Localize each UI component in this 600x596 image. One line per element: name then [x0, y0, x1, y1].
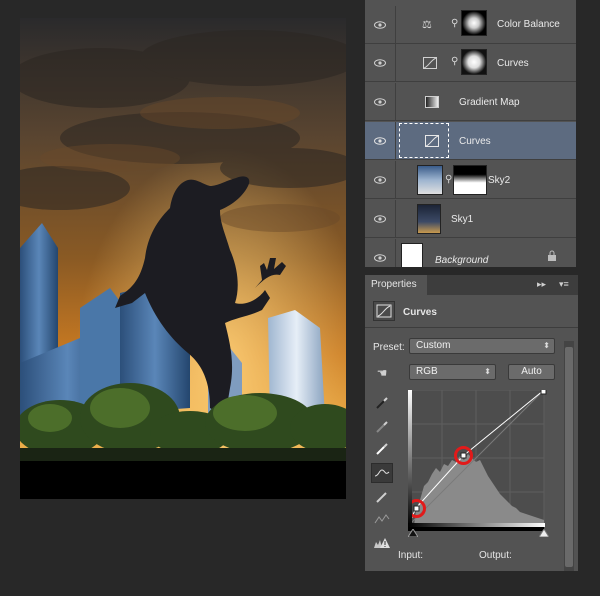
layer-name[interactable]: Sky2	[488, 175, 510, 186]
visibility-toggle[interactable]	[365, 6, 396, 43]
auto-button[interactable]: Auto	[508, 364, 555, 380]
channel-value: RGB	[416, 366, 438, 377]
panel-title: Curves	[403, 307, 437, 318]
link-icon: ⚲	[445, 174, 453, 185]
layer-name[interactable]: Color Balance	[497, 19, 560, 30]
smooth-tool[interactable]	[371, 509, 393, 529]
layer-row-sky2[interactable]: ⚲ Sky2	[365, 161, 576, 199]
selected-layer-frame	[399, 123, 449, 158]
properties-scrollbar[interactable]	[564, 341, 574, 571]
eye-icon	[374, 136, 386, 145]
input-label: Input:	[398, 550, 424, 561]
curve-point-tool-icon	[374, 469, 390, 477]
visibility-toggle[interactable]	[365, 239, 396, 267]
clipping-warning-icon	[374, 538, 390, 548]
layer-mask-thumbnail[interactable]	[453, 165, 487, 195]
hand-target-tool[interactable]: ☚	[371, 363, 393, 383]
output-gradient-bar	[408, 527, 544, 531]
layer-name[interactable]: Curves	[497, 58, 529, 69]
preset-value: Custom	[416, 340, 451, 351]
eye-icon	[374, 175, 386, 184]
eye-icon	[374, 20, 386, 29]
hand-target-icon: ☚	[376, 366, 388, 380]
scrollbar-thumb[interactable]	[565, 347, 573, 567]
eye-icon	[374, 254, 386, 262]
layer-row-background[interactable]: Background	[365, 239, 576, 267]
eyedropper-white-tool[interactable]	[371, 439, 393, 459]
layer-mask-thumbnail[interactable]	[461, 49, 487, 75]
document-canvas[interactable]	[20, 18, 346, 499]
panel-tab-bar: Properties ▸▸ ▾≡	[365, 275, 578, 295]
color-balance-icon: ⚖	[422, 19, 432, 31]
lock-icon	[548, 250, 556, 261]
tab-properties[interactable]: Properties	[365, 275, 427, 295]
curves-header-icon	[373, 301, 395, 321]
chevron-updown-icon: ⬍	[484, 367, 491, 376]
eye-icon	[374, 97, 386, 106]
layer-thumbnail[interactable]	[417, 165, 443, 195]
layers-panel: ⚖ ⚲ Color Balance ⚲ Curves Gradient Map …	[365, 0, 576, 267]
white-point-slider[interactable]	[539, 529, 549, 537]
layer-name[interactable]: Gradient Map	[459, 97, 520, 108]
layer-mask-thumbnail[interactable]	[461, 10, 487, 36]
layer-name[interactable]: Sky1	[451, 214, 473, 225]
layer-row-sky1[interactable]: Sky1	[365, 200, 576, 238]
preset-label: Preset:	[373, 342, 405, 353]
preset-dropdown[interactable]: Custom ⬍	[409, 338, 555, 354]
pencil-icon	[376, 492, 387, 503]
clipping-warning-tool[interactable]	[371, 533, 393, 553]
curve-point-tool[interactable]	[371, 463, 393, 483]
visibility-toggle[interactable]	[365, 122, 396, 159]
eyedropper-white-icon	[376, 443, 388, 455]
layer-name[interactable]: Background	[435, 255, 488, 266]
layer-name[interactable]: Curves	[459, 136, 491, 147]
curves-adjustment-icon	[423, 57, 437, 69]
properties-panel: Properties ▸▸ ▾≡ Curves Preset: Custom ⬍…	[365, 275, 578, 571]
layer-row-color-balance[interactable]: ⚖ ⚲ Color Balance	[365, 6, 576, 44]
auto-label: Auto	[521, 366, 542, 377]
curve-control-point[interactable]	[413, 505, 420, 512]
channel-dropdown[interactable]: RGB ⬍	[409, 364, 496, 380]
layer-thumbnail[interactable]	[417, 204, 441, 234]
layer-row-gradient-map[interactable]: Gradient Map	[365, 83, 576, 121]
curve-control-point[interactable]	[460, 452, 467, 459]
visibility-toggle[interactable]	[365, 44, 396, 81]
eyedropper-black-icon	[376, 397, 388, 409]
header-divider	[365, 327, 578, 328]
curves-graph[interactable]	[408, 390, 558, 540]
visibility-toggle[interactable]	[365, 161, 396, 198]
eye-icon	[374, 214, 386, 223]
godzilla-city-artwork	[20, 18, 346, 499]
layer-row-curves-top[interactable]: ⚲ Curves	[365, 44, 576, 82]
collapse-icon[interactable]: ▸▸	[537, 279, 546, 290]
pencil-tool[interactable]	[371, 487, 393, 507]
curves-adjustment-icon	[425, 135, 439, 147]
input-gradient-bar	[408, 523, 545, 527]
layer-row-curves-selected[interactable]: Curves	[365, 122, 576, 160]
curve-control-point[interactable]	[540, 390, 547, 395]
vertical-gradient-bar	[408, 390, 412, 526]
chevron-updown-icon: ⬍	[543, 341, 550, 350]
visibility-toggle[interactable]	[365, 83, 396, 120]
smooth-icon	[374, 514, 390, 524]
eyedropper-gray-icon	[376, 421, 388, 433]
eye-icon	[374, 58, 386, 67]
link-icon: ⚲	[451, 18, 459, 29]
link-icon: ⚲	[451, 56, 459, 67]
black-point-slider[interactable]	[408, 529, 418, 537]
layer-thumbnail[interactable]	[401, 243, 423, 267]
eyedropper-gray-tool[interactable]	[371, 417, 393, 437]
visibility-toggle[interactable]	[365, 200, 396, 237]
curves-adjustment-icon	[376, 304, 392, 318]
output-label: Output:	[479, 550, 512, 561]
gradient-map-icon	[425, 96, 439, 108]
panel-menu-icon[interactable]: ▾≡	[559, 279, 569, 290]
eyedropper-black-tool[interactable]	[371, 393, 393, 413]
